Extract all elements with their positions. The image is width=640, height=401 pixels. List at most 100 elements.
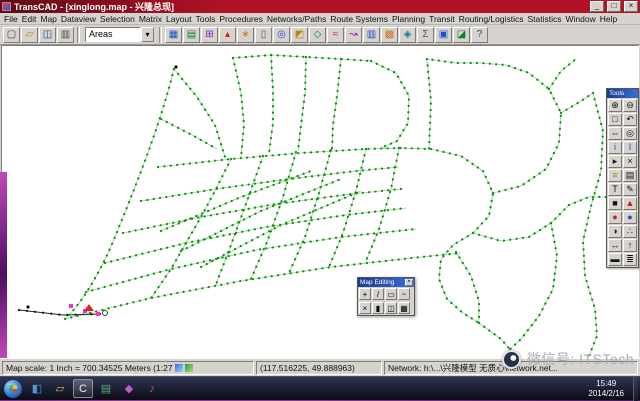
menu-item-procedures[interactable]: Procedures (217, 14, 264, 24)
menu-item-selection[interactable]: Selection (98, 14, 137, 24)
menu-item-window[interactable]: Window (564, 14, 598, 24)
menu-item-layout[interactable]: Layout (164, 14, 194, 24)
save-file-button[interactable]: ◫ (39, 26, 56, 43)
start-button[interactable] (4, 379, 22, 398)
overlay-button[interactable]: ◪ (453, 26, 470, 43)
open-file-button[interactable]: ▱ (21, 26, 38, 43)
edit-selection-marks (26, 65, 616, 316)
window-tile-button[interactable]: ▣ (435, 26, 452, 43)
minimize-button[interactable]: _ (590, 1, 604, 12)
network-button[interactable]: ◇ (309, 26, 326, 43)
measure-tool[interactable]: ↔ (608, 239, 622, 252)
theme-dot-blue-tool[interactable]: ● (623, 211, 637, 224)
status-units-icon[interactable] (184, 363, 193, 372)
taskbar-app-5[interactable]: ◆ (119, 379, 139, 398)
freehand-tool[interactable]: ✎ (623, 183, 637, 196)
print-button[interactable]: ▥ (57, 26, 74, 43)
menu-item-planning[interactable]: Planning (390, 14, 427, 24)
multi-info-tool[interactable]: I (623, 141, 637, 154)
map-canvas[interactable] (1, 45, 639, 358)
menu-item-dataview[interactable]: Dataview (59, 14, 98, 24)
add-node-button[interactable]: + (359, 288, 371, 300)
close-icon[interactable]: × (405, 279, 413, 286)
close-button[interactable]: × (624, 1, 638, 12)
taskbar-app-6[interactable]: ♪ (142, 379, 162, 398)
label-tool[interactable]: T (608, 183, 622, 196)
taskbar-app-4[interactable]: ▤ (96, 379, 116, 398)
locate-button[interactable]: ◎ (273, 26, 290, 43)
tools-palette: Tools ⊕ ⊖ □ ↶ ⇔ ◎ i I ▸ × ≡ ▤ T ✎ ■ ▲ ● … (606, 88, 639, 268)
taskbar-app-transcad[interactable]: C (73, 379, 93, 398)
status-layer-icon[interactable] (174, 363, 183, 372)
menu-item-map[interactable]: Map (38, 14, 59, 24)
menu-item-tools[interactable]: Tools (194, 14, 218, 24)
menu-item-file[interactable]: File (2, 14, 20, 24)
overlay-icon: ◪ (456, 29, 467, 40)
matrix-button[interactable]: ⊞ (201, 26, 218, 43)
previous-scale-tool[interactable]: ↶ (623, 113, 637, 126)
zoom-out-tool[interactable]: ⊖ (623, 99, 637, 112)
menu-item-networks-paths[interactable]: Networks/Paths (265, 14, 329, 24)
move-node-button[interactable]: ▭ (385, 288, 397, 300)
reshape-link-button[interactable]: ~ (398, 288, 410, 300)
palette-more-tool[interactable]: ≣ (623, 253, 637, 266)
taskbar-app-1-icon: ◧ (31, 383, 43, 395)
transit-button[interactable]: ▥ (363, 26, 380, 43)
menu-item-route-systems[interactable]: Route Systems (328, 14, 390, 24)
fill-style-tool[interactable]: ■ (608, 197, 622, 210)
map-editing-title-bar[interactable]: Map Editing × (358, 278, 414, 287)
select-rows-icon: ≡ (612, 170, 618, 180)
theme-dot-red-tool[interactable]: ● (608, 211, 622, 224)
taskbar-app-1[interactable]: ◧ (27, 379, 47, 398)
menu-item-matrix[interactable]: Matrix (137, 14, 164, 24)
tools-palette-title[interactable]: Tools (607, 89, 638, 98)
planning-button[interactable]: ▩ (381, 26, 398, 43)
map-wizard-button[interactable]: ∗ (237, 26, 254, 43)
selection-button[interactable]: ◩ (291, 26, 308, 43)
select-point-tool[interactable]: ▸ (608, 155, 622, 168)
zoom-window-tool[interactable]: □ (608, 113, 622, 126)
layer-dropdown[interactable]: Areas ▾ (85, 27, 154, 42)
wechat-account-logo-icon (501, 349, 521, 369)
new-file-button[interactable]: ▢ (3, 26, 20, 43)
delete-element-button[interactable]: × (359, 302, 371, 314)
select-rows-tool[interactable]: ≡ (608, 169, 622, 182)
move-node-icon: ▭ (387, 289, 395, 299)
menu-item-routing-logistics[interactable]: Routing/Logistics (457, 14, 526, 24)
route-system-button[interactable]: ↝ (345, 26, 362, 43)
layout-button[interactable]: ▯ (255, 26, 272, 43)
layers-tool[interactable]: ▤ (623, 169, 637, 182)
menu-item-statistics[interactable]: Statistics (526, 14, 564, 24)
theme-triangle-tool[interactable]: ▲ (623, 197, 637, 210)
recenter-tool[interactable]: ◎ (623, 127, 637, 140)
pie-theme-tool[interactable]: ◑ (608, 225, 622, 238)
menu-item-help[interactable]: Help (598, 14, 619, 24)
shortest-path-button[interactable]: ≈ (327, 26, 344, 43)
save-edits-button[interactable]: ▦ (398, 302, 410, 314)
scatter-theme-tool[interactable]: ∴ (623, 225, 637, 238)
taskbar-clock[interactable]: 15:49 2014/2/16 (582, 379, 630, 399)
scale-bar-tool[interactable]: ▬ (608, 253, 622, 266)
chevron-down-icon[interactable]: ▾ (141, 27, 154, 42)
north-arrow-tool[interactable]: ↑ (623, 239, 637, 252)
dataview-button[interactable]: ▤ (183, 26, 200, 43)
zoom-in-tool[interactable]: ⊕ (608, 99, 622, 112)
taskbar-app-5-icon: ◆ (124, 383, 134, 395)
map-properties-button[interactable]: ▦ (165, 26, 182, 43)
maximize-button[interactable]: □ (607, 1, 621, 12)
merge-links-button[interactable]: ▮ (372, 302, 384, 314)
menu-item-transit[interactable]: Transit (427, 14, 457, 24)
help-button[interactable]: ? (471, 26, 488, 43)
help-icon: ? (476, 29, 483, 40)
statistics-button[interactable]: Σ (417, 26, 434, 43)
add-link-button[interactable]: / (372, 288, 384, 300)
logistics-button[interactable]: ◈ (399, 26, 416, 43)
clear-selection-tool[interactable]: × (623, 155, 637, 168)
show-desktop-button[interactable] (633, 376, 638, 401)
menu-item-edit[interactable]: Edit (20, 14, 39, 24)
pan-tool[interactable]: ⇔ (608, 127, 622, 140)
chart-button[interactable]: ▴ (219, 26, 236, 43)
info-tool[interactable]: i (608, 141, 622, 154)
split-link-button[interactable]: ◫ (385, 302, 397, 314)
taskbar-app-2[interactable]: ▱ (50, 379, 70, 398)
